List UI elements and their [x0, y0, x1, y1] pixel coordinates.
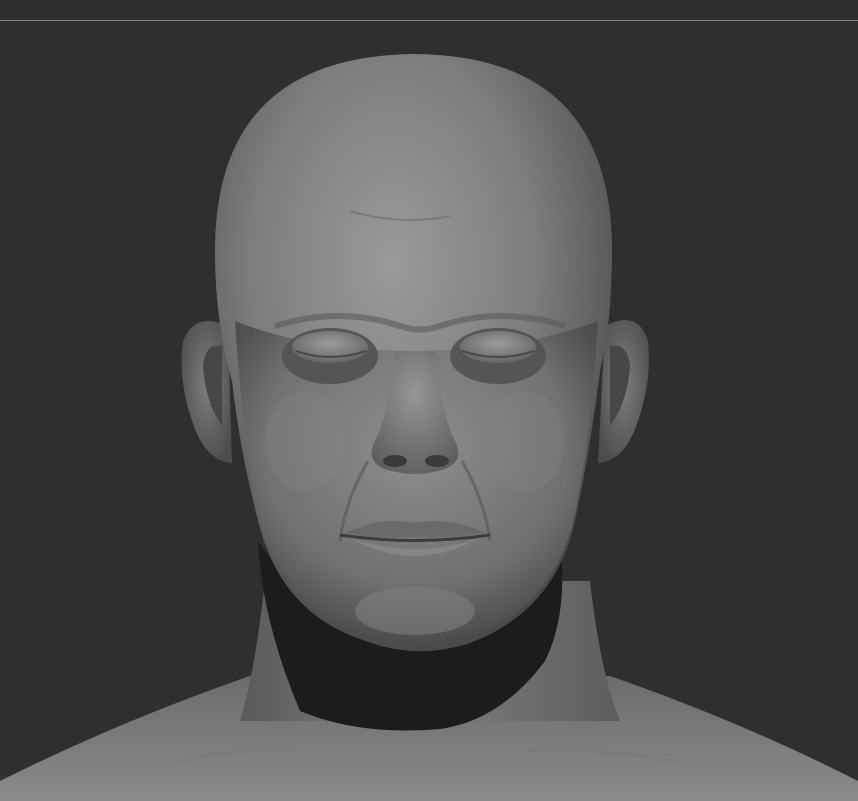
top-toolbar-strip [0, 0, 858, 20]
right-nostril [425, 455, 449, 467]
chin [355, 587, 475, 635]
right-eyelid [460, 331, 536, 363]
viewport-canvas[interactable] [0, 21, 858, 801]
right-cheek [485, 391, 565, 491]
head-sculpt-render[interactable] [0, 21, 858, 801]
left-cheek [265, 391, 345, 491]
sculpt-viewport[interactable] [0, 0, 858, 801]
left-eyelid [292, 331, 368, 363]
left-nostril [383, 455, 407, 467]
